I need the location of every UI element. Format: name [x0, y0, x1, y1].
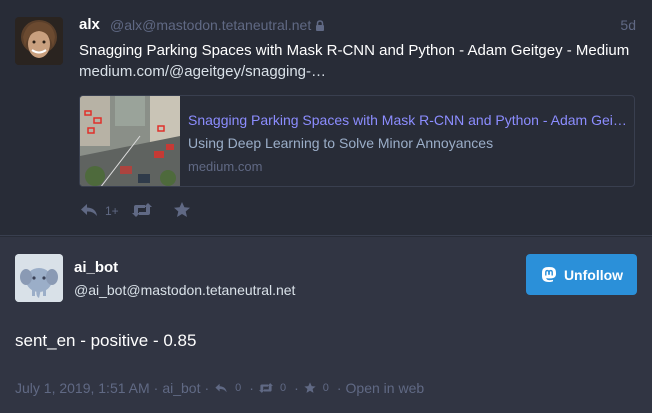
reply-icon [81, 204, 97, 216]
detail-date[interactable]: July 1, 2019, 1:51 AM [15, 380, 150, 396]
account-handle-text[interactable]: @alx@mastodon.tetaneutral.net [110, 17, 311, 33]
boost-button[interactable] [131, 200, 153, 225]
detail-via[interactable]: ai_bot [162, 380, 200, 396]
status-text: Snagging Parking Spaces with Mask R-CNN … [79, 42, 630, 59]
detail-reply-count: 0 [235, 382, 242, 394]
detail-meta: July 1, 2019, 1:51 AM · ai_bot · 0 · 0 ·… [15, 380, 425, 396]
boost-icon [258, 383, 273, 393]
mastodon-elephant-icon [15, 254, 63, 302]
avatar[interactable] [15, 17, 63, 65]
unfollow-label: Unfollow [563, 266, 624, 283]
reply-button[interactable] [79, 200, 99, 225]
preview-card[interactable]: Snagging Parking Spaces with Mask R-CNN … [79, 95, 635, 187]
open-in-web-link[interactable]: Open in web [346, 380, 425, 396]
star-icon [304, 382, 316, 393]
detail-content: sent_en - positive - 0.85 [15, 331, 197, 350]
bot-display-name[interactable]: ai_bot [74, 259, 118, 276]
card-host: medium.com [188, 159, 263, 174]
status-link[interactable]: medium.com/@ageitgey/snagging-… [79, 61, 639, 82]
detailed-status: ai_bot @ai_bot@mastodon.tetaneutral.net … [0, 237, 652, 413]
display-name[interactable]: alx [79, 16, 100, 33]
status-content: Snagging Parking Spaces with Mask R-CNN … [79, 40, 639, 82]
relative-time[interactable]: 5d [620, 17, 636, 33]
card-thumbnail [80, 96, 180, 186]
detail-fav-count: 0 [322, 382, 329, 394]
reply-icon [215, 383, 227, 393]
bot-avatar[interactable] [15, 254, 63, 302]
reply-count: 1+ [105, 204, 119, 218]
mastodon-logo-icon [541, 266, 556, 282]
lock-icon [315, 18, 325, 34]
boost-icon [132, 203, 152, 217]
detail-boost-count: 0 [279, 382, 287, 394]
card-title[interactable]: Snagging Parking Spaces with Mask R-CNN … [188, 112, 628, 128]
favourite-button[interactable] [172, 200, 192, 225]
bot-account-handle[interactable]: @ai_bot@mastodon.tetaneutral.net [74, 282, 295, 298]
account-handle[interactable]: @alx@mastodon.tetaneutral.net [110, 17, 325, 34]
star-icon [174, 202, 190, 217]
card-description: Using Deep Learning to Solve Minor Annoy… [188, 135, 494, 151]
status-item[interactable]: alx @alx@mastodon.tetaneutral.net 5d Sna… [0, 0, 652, 236]
unfollow-button[interactable]: Unfollow [526, 254, 637, 295]
